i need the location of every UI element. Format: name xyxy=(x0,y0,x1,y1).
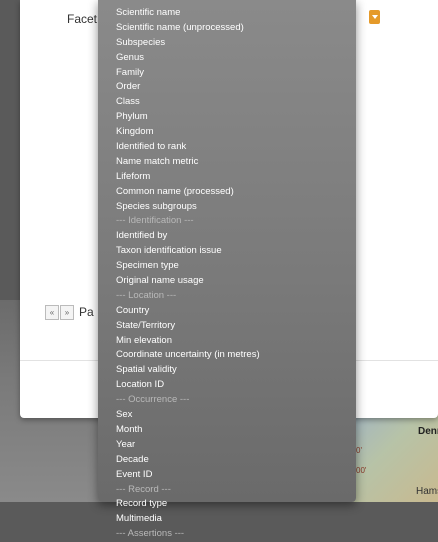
map-coordinate-label: 0' xyxy=(356,446,362,455)
map-label-denn: Denn xyxy=(418,426,438,437)
dropdown-option[interactable]: Decade xyxy=(98,453,356,468)
dropdown-option[interactable]: Country xyxy=(98,304,356,319)
dropdown-option[interactable]: Subspecies xyxy=(98,36,356,51)
facet-label: Facet xyxy=(67,12,98,26)
dropdown-option[interactable]: Sex xyxy=(98,408,356,423)
dropdown-option[interactable]: Family xyxy=(98,66,356,81)
dropdown-option[interactable]: Multimedia xyxy=(98,512,356,527)
dropdown-option[interactable]: Order xyxy=(98,80,356,95)
dropdown-option[interactable]: Coordinate uncertainty (in metres) xyxy=(98,348,356,363)
dropdown-option[interactable]: Kingdom xyxy=(98,125,356,140)
dropdown-option[interactable]: Name match metric xyxy=(98,155,356,170)
pager-first-button[interactable]: « xyxy=(45,304,59,320)
dropdown-option[interactable]: Min elevation xyxy=(98,334,356,349)
dropdown-group-header: --- Identification --- xyxy=(116,215,194,227)
dropdown-option[interactable]: Lifeform xyxy=(98,170,356,185)
facet-dropdown-list[interactable]: Scientific name Scientific name (unproces… xyxy=(98,0,356,539)
dropdown-option[interactable]: Class xyxy=(98,95,356,110)
facet-select-chevron-icon[interactable] xyxy=(369,10,380,24)
pager-label: Pa xyxy=(79,305,94,319)
map-coordinate-label: 00' xyxy=(356,466,367,475)
dropdown-option[interactable]: Scientific name xyxy=(98,6,356,21)
dropdown-option[interactable]: State/Territory xyxy=(98,319,356,334)
dropdown-option[interactable]: Record type xyxy=(98,497,356,512)
dropdown-group-header: --- Assertions --- xyxy=(116,528,185,540)
dropdown-group-header: --- Occurrence --- xyxy=(116,394,190,406)
dropdown-option[interactable]: Common name (processed) xyxy=(98,185,356,200)
pagination: « » Pa xyxy=(45,303,94,321)
dropdown-group-header: --- Location --- xyxy=(116,289,177,301)
dropdown-option[interactable]: Species subgroups xyxy=(98,200,356,215)
dropdown-option[interactable]: Taxon identification issue xyxy=(98,244,356,259)
dropdown-option[interactable]: Scientific name (unprocessed) xyxy=(98,21,356,36)
dropdown-option[interactable]: Month xyxy=(98,423,356,438)
dropdown-option[interactable]: Specimen type xyxy=(98,259,356,274)
dropdown-option[interactable]: Event ID xyxy=(98,468,356,483)
dropdown-option[interactable]: Location ID xyxy=(98,378,356,393)
dropdown-option[interactable]: Phylum xyxy=(98,110,356,125)
dropdown-option[interactable]: Genus xyxy=(98,51,356,66)
map-label-hams: Hams xyxy=(416,486,438,497)
dropdown-option[interactable]: Spatial validity xyxy=(98,363,356,378)
dropdown-option[interactable]: Identified by xyxy=(98,229,356,244)
dropdown-group-header: --- Record --- xyxy=(116,483,171,495)
dropdown-option[interactable]: Year xyxy=(98,438,356,453)
pager-next-button[interactable]: » xyxy=(60,304,74,320)
dropdown-option[interactable]: Original name usage xyxy=(98,274,356,289)
dropdown-option[interactable]: Identified to rank xyxy=(98,140,356,155)
